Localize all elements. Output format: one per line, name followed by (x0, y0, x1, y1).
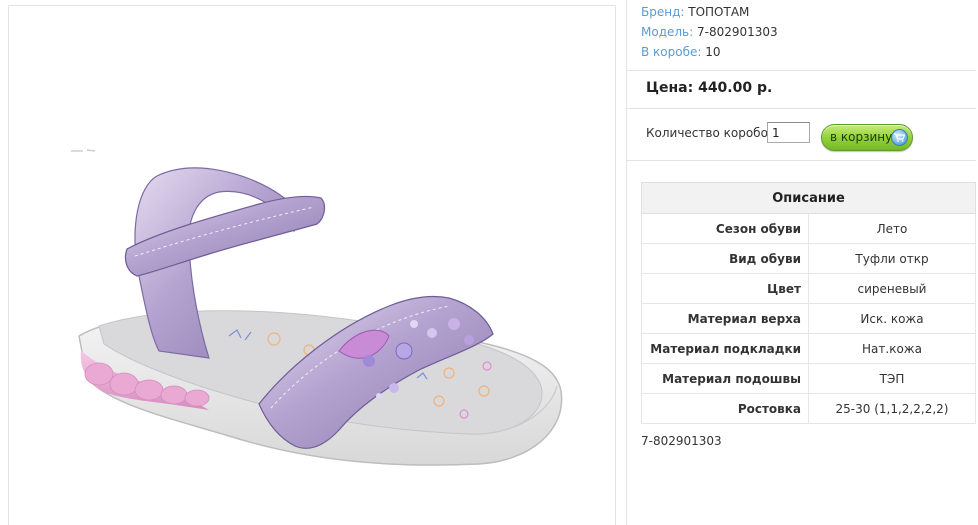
attribute-model: Модель: 7-802901303 (641, 22, 778, 42)
product-page: Бренд: ТОПОТАМ Модель: 7-802901303 В кор… (0, 0, 978, 525)
add-to-cart-label: в корзину (830, 130, 893, 144)
spec-key: Цвет (641, 273, 809, 304)
table-row: Ростовка 25-30 (1,1,2,2,2,2) (641, 393, 976, 424)
product-image (8, 5, 616, 525)
product-price: Цена: 440.00 р. (646, 80, 773, 96)
column-divider (626, 0, 627, 525)
spec-key: Материал подкладки (641, 333, 809, 364)
attribute-value: 7-802901303 (697, 25, 778, 39)
spec-key: Материал верха (641, 303, 809, 334)
spec-key: Вид обуви (641, 243, 809, 274)
attribute-label: Бренд: (641, 5, 685, 19)
cart-icon (891, 129, 908, 146)
spec-key: Материал подошвы (641, 363, 809, 394)
product-attributes: Бренд: ТОПОТАМ Модель: 7-802901303 В кор… (641, 2, 778, 62)
quantity-input[interactable] (767, 122, 810, 143)
table-row: Материал подкладки Нат.кожа (641, 333, 976, 364)
table-row: Цвет сиреневый (641, 273, 976, 304)
spec-key: Ростовка (641, 393, 809, 424)
table-row: Материал подошвы ТЭП (641, 363, 976, 394)
description-header: Описание (641, 182, 976, 214)
spec-value: Туфли откр (808, 243, 976, 274)
spec-value: Иск. кожа (808, 303, 976, 334)
sku-footer: 7-802901303 (641, 434, 722, 448)
attribute-per-box: В коробе: 10 (641, 42, 778, 62)
attribute-brand: Бренд: ТОПОТАМ (641, 2, 778, 22)
spec-value: 25-30 (1,1,2,2,2,2) (808, 393, 976, 424)
attribute-value: ТОПОТАМ (688, 5, 750, 19)
separator (627, 70, 976, 71)
description-table: Описание Сезон обуви Лето Вид обуви Туфл… (641, 182, 976, 424)
separator (627, 160, 976, 161)
spec-value: Нат.кожа (808, 333, 976, 364)
quantity-label: Количество коробов: (646, 126, 780, 140)
attribute-label: Модель: (641, 25, 694, 39)
spec-value: сиреневый (808, 273, 976, 304)
sandal-illustration (71, 149, 563, 466)
attribute-value: 10 (705, 45, 721, 59)
spec-key: Сезон обуви (641, 213, 809, 244)
table-row: Вид обуви Туфли откр (641, 243, 976, 274)
attribute-label: В коробе: (641, 45, 702, 59)
add-to-cart-button[interactable]: в корзину (821, 124, 913, 151)
spec-value: Лето (808, 213, 976, 244)
separator (627, 108, 976, 109)
table-row: Материал верха Иск. кожа (641, 303, 976, 334)
spec-value: ТЭП (808, 363, 976, 394)
description-header-row: Описание (641, 182, 976, 214)
table-row: Сезон обуви Лето (641, 213, 976, 244)
